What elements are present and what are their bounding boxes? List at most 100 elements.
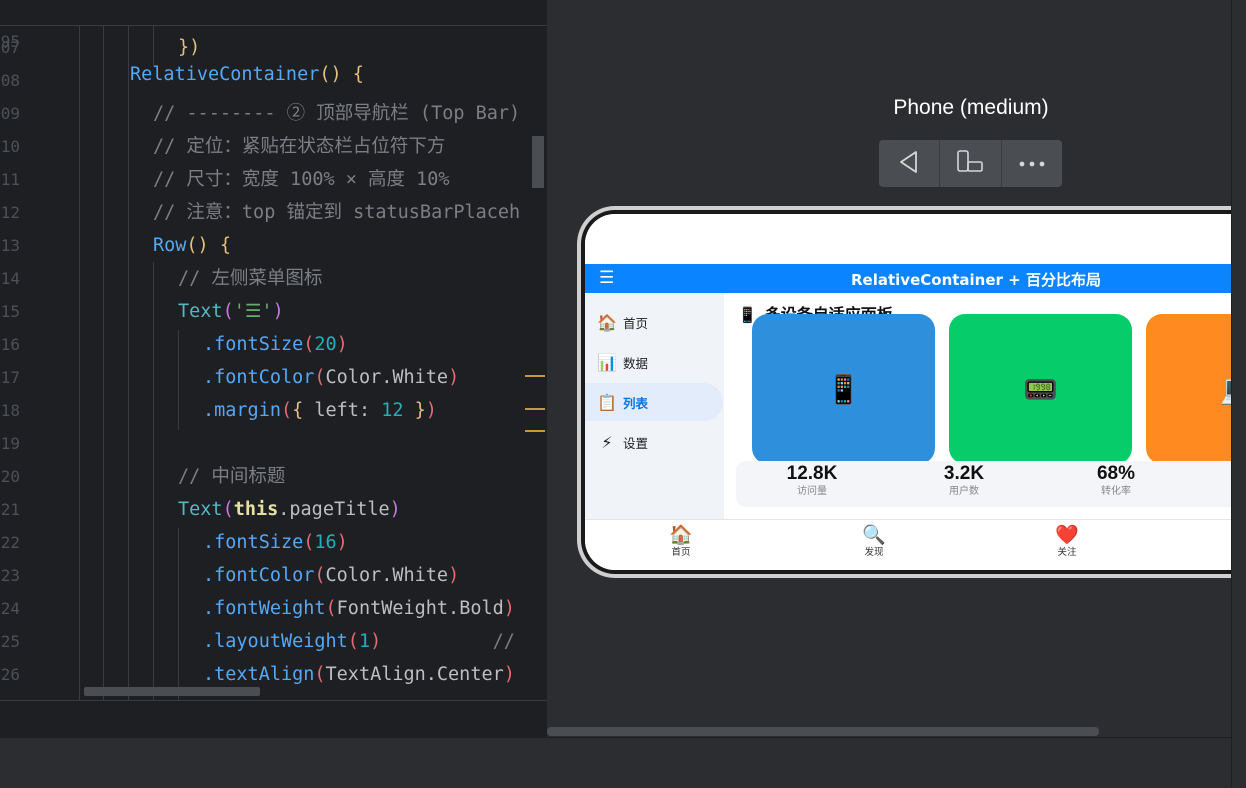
- code-line: 26 .textAlign(TextAlign.Center): [0, 658, 547, 691]
- line-number: 14: [0, 269, 20, 288]
- code-text: Row() {: [153, 229, 231, 262]
- code-text: // 尺寸：宽度 100% × 高度 10%: [153, 163, 450, 196]
- editor-bottom-strip: [0, 700, 547, 738]
- sidebar-item-label: 列表: [623, 395, 649, 411]
- code-token: (: [314, 367, 326, 388]
- code-line: 20 // 中间标题: [0, 460, 547, 493]
- phone-screen[interactable]: ☰ RelativeContainer + 百分比布局 🏠 首页 📊 数据 📋 列表 ⚡ 设置…: [585, 214, 1246, 570]
- editor-vertical-scrollbar[interactable]: [532, 136, 544, 188]
- code-line: 23 .fontColor(Color.White): [0, 559, 547, 592]
- sticky-scroll-header[interactable]: 95 RelativeContainer() {: [0, 0, 547, 85]
- code-line: 10 // 定位：紧贴在状态栏占位符下方: [0, 130, 547, 163]
- app-top-bar: ☰ RelativeContainer + 百分比布局: [585, 264, 1246, 293]
- tab-label: 关注: [1057, 547, 1077, 558]
- menu-icon[interactable]: ☰: [599, 268, 614, 288]
- code-text: .fontWeight(FontWeight.Bold): [203, 592, 515, 625]
- code-token: .textAlign: [203, 664, 315, 685]
- code-line: 11 // 尺寸：宽度 100% × 高度 10%: [0, 163, 547, 196]
- code-line-sticky: 95 RelativeContainer() {: [0, 0, 547, 85]
- sidebar-item-label: 首页: [623, 315, 649, 331]
- stat-value: 12.8K: [786, 463, 838, 484]
- code-token: 16: [314, 532, 337, 553]
- tab-item-1[interactable]: 🏠 首页: [651, 523, 711, 559]
- back-triangle-icon: [896, 149, 922, 179]
- code-line: 16 .fontSize(20): [0, 328, 547, 361]
- code-token: (): [186, 235, 220, 256]
- code-text: // 定位：紧贴在状态栏占位符下方: [153, 130, 445, 163]
- code-line: 12 // 注意：top 锚定到 statusBarPlaceh: [0, 196, 547, 229]
- phone-frame: ☰ RelativeContainer + 百分比布局 🏠 首页 📊 数据 📋 列表 ⚡ 设置…: [577, 206, 1246, 578]
- code-token: ): [503, 598, 515, 619]
- tab-item-3[interactable]: ❤️ 关注: [1037, 523, 1097, 559]
- code-token: ): [389, 499, 401, 520]
- line-number: 24: [0, 599, 20, 618]
- line-number: 15: [0, 302, 20, 321]
- code-token: (: [314, 565, 326, 586]
- sidebar-item-label: 设置: [623, 435, 649, 451]
- code-token: ): [370, 631, 382, 652]
- code-editor[interactable]: 95 RelativeContainer() { 07}) 08 09// ----…: [0, 0, 547, 700]
- previewer-toolbar: [879, 140, 1062, 187]
- line-number: 21: [0, 500, 20, 519]
- code-token: // 尺寸：宽度 100% × 高度 10%: [153, 169, 450, 190]
- device-card[interactable]: 📟: [949, 314, 1132, 464]
- device-card[interactable]: 📱: [752, 314, 935, 464]
- code-token: {: [292, 400, 315, 421]
- editor-horizontal-scrollbar[interactable]: [84, 687, 260, 696]
- code-token: .fontColor: [203, 565, 315, 586]
- code-token: .pageTitle: [278, 499, 390, 520]
- line-number: 25: [0, 632, 20, 651]
- back-button[interactable]: [879, 140, 941, 187]
- code-token: ): [503, 664, 515, 685]
- code-token: (: [222, 301, 234, 322]
- code-token: (): [319, 64, 353, 85]
- app-main-content: 📱多设备自适应面板 📱📟💻 12.8K访问量3.2K用户数68%转化率: [724, 293, 1246, 519]
- code-token: }): [178, 37, 201, 58]
- code-token: (: [325, 598, 337, 619]
- code-token: Color.White: [325, 565, 449, 586]
- code-token: this: [233, 499, 279, 520]
- code-token: .fontSize: [203, 532, 304, 553]
- line-number: 23: [0, 566, 20, 585]
- sidebar-item-2[interactable]: 📊 数据: [585, 343, 724, 381]
- stat-item: 3.2K 用户数: [904, 463, 1024, 499]
- code-token: ): [448, 367, 460, 388]
- stat-item: 68% 转化率: [1056, 463, 1176, 499]
- code-line: 17 .fontColor(Color.White): [0, 361, 547, 394]
- line-number: 16: [0, 335, 20, 354]
- line-number: 10: [0, 137, 20, 156]
- sidebar-item-3[interactable]: 📋 列表: [585, 383, 723, 421]
- change-marker: [525, 430, 545, 432]
- sidebar-item-icon: 🏠: [597, 312, 617, 332]
- rotate-device-button[interactable]: [940, 140, 1002, 187]
- code-line: 18 .margin({ left: 12 }): [0, 394, 547, 427]
- code-line: 09// -------- ② 顶部导航栏 (Top Bar): [0, 97, 547, 130]
- code-token: .layoutWeight: [203, 631, 348, 652]
- code-token: .fontColor: [203, 367, 315, 388]
- phone-bezel: ☰ RelativeContainer + 百分比布局 🏠 首页 📊 数据 📋 列表 ⚡ 设置…: [581, 210, 1246, 574]
- tab-item-2[interactable]: 🔍 发现: [844, 523, 904, 559]
- code-token: {: [219, 235, 231, 256]
- code-token: ): [448, 565, 460, 586]
- sidebar-item-1[interactable]: 🏠 首页: [585, 303, 724, 341]
- app-tab-bar: 🏠 首页 🔍 发现 ❤️ 关注: [585, 519, 1246, 570]
- tab-label: 发现: [864, 547, 884, 558]
- app-status-bar-placeholder: [585, 214, 1246, 264]
- code-token: .margin: [203, 400, 281, 421]
- change-marker: [525, 375, 545, 377]
- code-token: 12: [381, 400, 404, 421]
- preview-horizontal-scrollbar[interactable]: [547, 727, 1099, 736]
- stat-label: 访问量: [797, 486, 827, 497]
- code-token: {: [352, 64, 364, 85]
- device-card-icon: 📱: [826, 372, 861, 406]
- line-number: 12: [0, 203, 20, 222]
- code-line: 14 // 左侧菜单图标: [0, 262, 547, 295]
- code-token: }: [403, 400, 426, 421]
- stat-item: 12.8K 访问量: [752, 463, 872, 499]
- code-line: 19: [0, 427, 547, 460]
- sidebar-item-icon: ⚡: [601, 432, 613, 452]
- code-token: ): [336, 334, 348, 355]
- sidebar-item-4[interactable]: ⚡ 设置: [585, 423, 724, 461]
- code-token: .fontWeight: [203, 598, 326, 619]
- more-button[interactable]: [1002, 140, 1062, 187]
